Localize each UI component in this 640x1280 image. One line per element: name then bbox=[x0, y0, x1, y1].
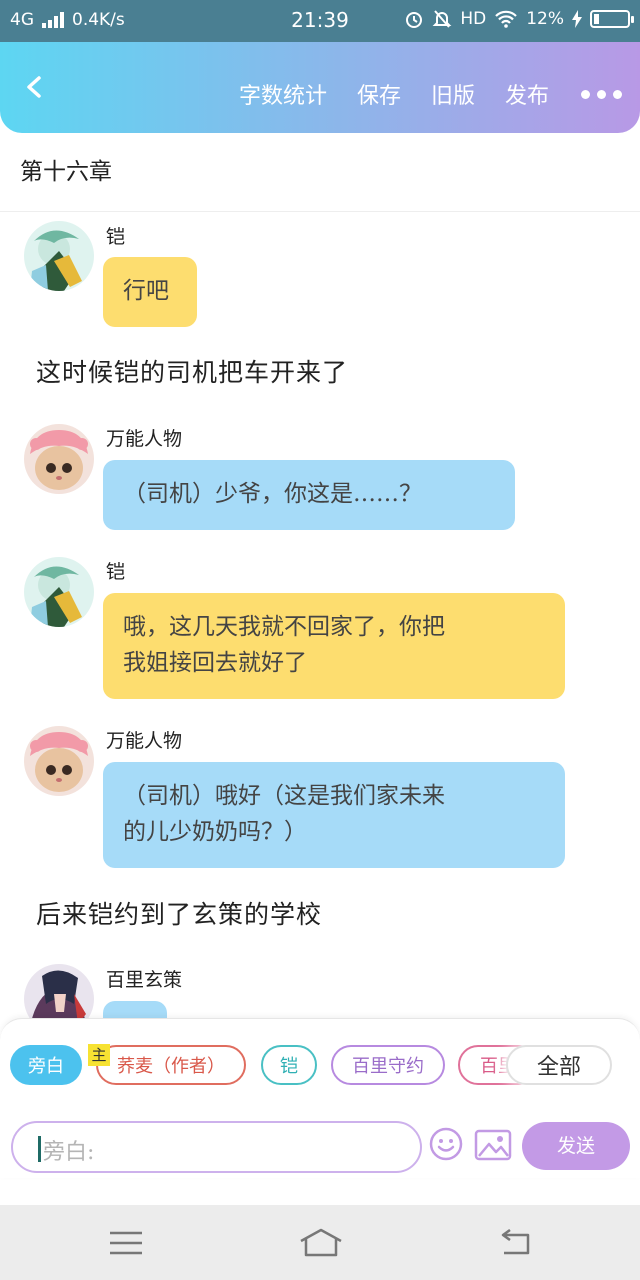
image-icon[interactable] bbox=[474, 1128, 512, 1162]
role-chip-shouyue[interactable]: 百里守约 bbox=[331, 1045, 445, 1085]
send-button[interactable]: 发送 bbox=[522, 1122, 630, 1170]
home-icon[interactable] bbox=[298, 1227, 344, 1259]
speaker-name: 万能人物 bbox=[106, 428, 183, 450]
chat-bubble[interactable]: （司机）少爷，你这是……？ bbox=[103, 460, 515, 530]
chat-bubble[interactable]: （司机）哦好（这是我们家未来 的儿少奶奶吗？） bbox=[103, 762, 565, 868]
alarm-icon bbox=[406, 12, 423, 28]
chat-bubble[interactable]: 哦，这几天我就不回家了，你把 我姐接回去就好了 bbox=[103, 593, 565, 699]
role-chip-narrator[interactable]: 旁白 bbox=[10, 1045, 82, 1085]
system-nav-bar bbox=[0, 1205, 640, 1280]
publish-button[interactable]: 发布 bbox=[505, 78, 549, 110]
save-button[interactable]: 保存 bbox=[357, 78, 401, 110]
narration-text[interactable]: 这时候铠的司机把车开来了 bbox=[36, 353, 348, 389]
text-caret bbox=[38, 1136, 41, 1162]
toolbar-actions: 字数统计 保存 旧版 发布 bbox=[239, 78, 622, 110]
chapter-title[interactable]: 第十六章 bbox=[20, 152, 112, 186]
avatar[interactable] bbox=[24, 726, 94, 796]
speaker-name: 百里玄策 bbox=[106, 969, 183, 991]
speaker-name: 铠 bbox=[106, 561, 126, 583]
role-selector: 旁白 荞麦（作者） 主 铠 百里守约 百里 全部 bbox=[0, 1044, 640, 1089]
speaker-name: 铠 bbox=[106, 226, 126, 248]
charging-icon bbox=[572, 10, 582, 28]
wifi-icon bbox=[495, 10, 517, 28]
word-count-button[interactable]: 字数统计 bbox=[239, 78, 327, 110]
bubble-line: 的儿少奶奶吗？） bbox=[123, 819, 307, 845]
back-nav-icon[interactable] bbox=[496, 1227, 536, 1259]
narration-text[interactable]: 后来铠约到了玄策的学校 bbox=[36, 895, 322, 931]
menu-icon[interactable] bbox=[106, 1227, 146, 1259]
message-input[interactable]: 旁白: bbox=[11, 1121, 422, 1173]
avatar[interactable] bbox=[24, 424, 94, 494]
emoji-icon[interactable] bbox=[428, 1126, 464, 1162]
input-placeholder: 旁白: bbox=[43, 1140, 95, 1165]
bubble-line: 我姐接回去就好了 bbox=[123, 650, 307, 676]
status-right: HD 12% bbox=[404, 9, 634, 29]
show-all-roles-button[interactable]: 全部 bbox=[506, 1045, 612, 1085]
hd-label: HD bbox=[460, 9, 487, 29]
role-chip-kai[interactable]: 铠 bbox=[261, 1045, 317, 1085]
more-options-icon[interactable] bbox=[581, 89, 622, 99]
chat-bubble[interactable]: 行吧 bbox=[103, 257, 197, 327]
status-bar: 4G 0.4K/s 21:39 HD 12% bbox=[0, 0, 640, 42]
avatar[interactable] bbox=[24, 557, 94, 627]
old-version-button[interactable]: 旧版 bbox=[431, 78, 475, 110]
divider bbox=[0, 211, 640, 212]
bubble-line: （司机）哦好（这是我们家未来 bbox=[123, 783, 445, 809]
role-chip-author[interactable]: 荞麦（作者） bbox=[96, 1045, 246, 1085]
mute-bell-icon bbox=[432, 10, 452, 28]
battery-percent: 12% bbox=[526, 9, 564, 29]
back-arrow-icon[interactable] bbox=[18, 70, 52, 104]
editor-toolbar: 字数统计 保存 旧版 发布 bbox=[0, 42, 640, 133]
speaker-name: 万能人物 bbox=[106, 730, 183, 752]
battery-icon bbox=[590, 10, 634, 28]
bubble-line: 哦，这几天我就不回家了，你把 bbox=[123, 614, 445, 640]
avatar[interactable] bbox=[24, 221, 94, 291]
main-role-tag: 主 bbox=[88, 1044, 110, 1066]
